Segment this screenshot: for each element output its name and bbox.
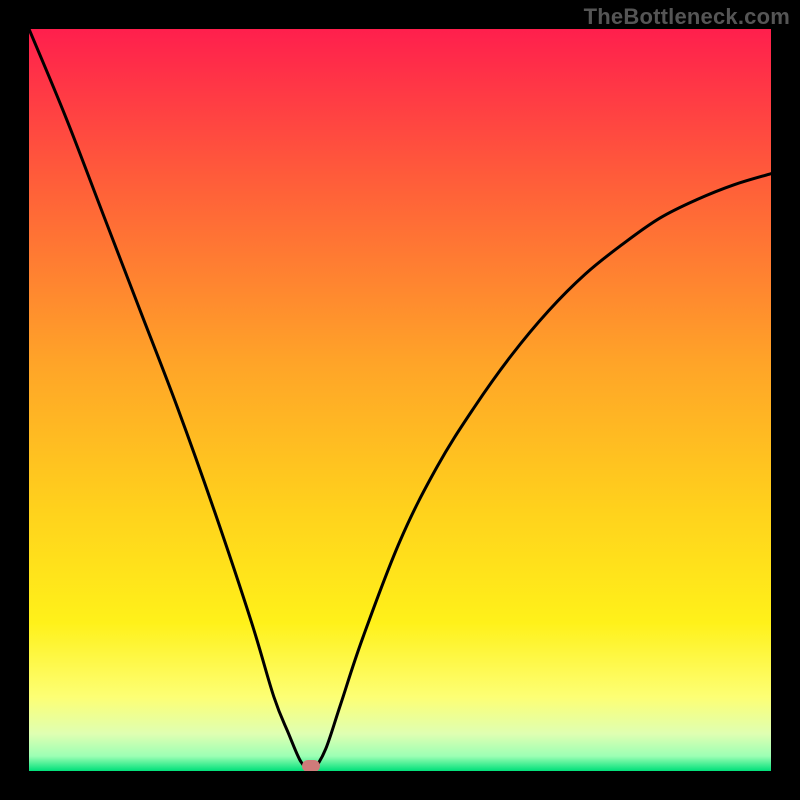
optimum-marker [302,760,320,771]
curve-layer [29,29,771,771]
bottleneck-curve [29,29,771,771]
plot-area [29,29,771,771]
watermark-text: TheBottleneck.com [584,4,790,30]
chart-frame: TheBottleneck.com [0,0,800,800]
